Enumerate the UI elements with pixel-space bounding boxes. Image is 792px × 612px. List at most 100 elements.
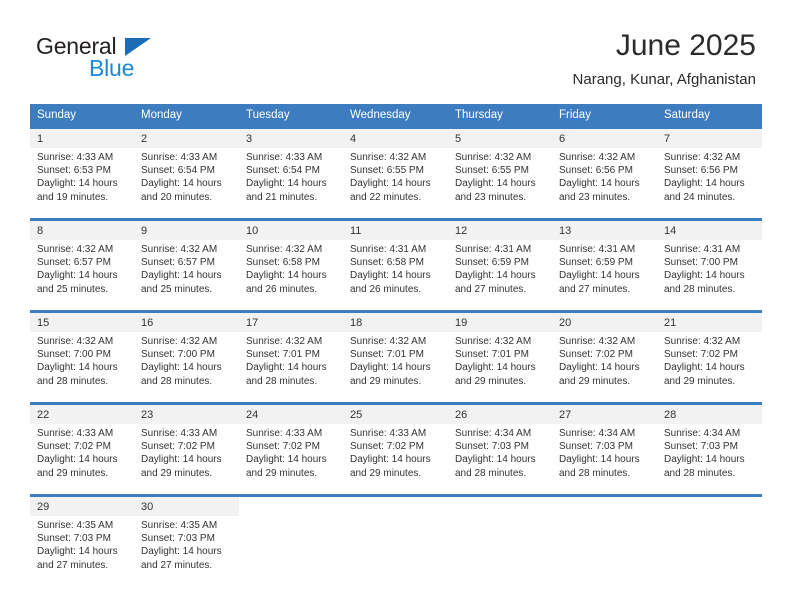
day-daylight1-text: Daylight: 14 hours xyxy=(350,178,431,190)
day-number-cell[interactable]: 30 xyxy=(134,497,239,516)
day-number-cell[interactable]: 2 xyxy=(134,129,239,148)
day-number-cell[interactable]: 7 xyxy=(657,129,762,148)
day-number-cell[interactable]: 21 xyxy=(657,313,762,332)
day-info-cell: Sunrise: 4:32 AM Sunset: 6:55 PM Daylight:… xyxy=(343,148,448,218)
day-number-cell[interactable]: 9 xyxy=(134,221,239,240)
day-number-cell[interactable]: 26 xyxy=(448,405,552,424)
day-number-cell[interactable]: 12 xyxy=(448,221,552,240)
day-info-cell: Sunrise: 4:32 AM Sunset: 6:55 PM Daylight:… xyxy=(448,148,552,218)
day-sunset-text: Sunset: 6:56 PM xyxy=(559,165,633,177)
day-daylight1-text: Daylight: 14 hours xyxy=(246,362,327,374)
generalblue-logo[interactable]: General Blue xyxy=(36,33,236,89)
day-daylight2-text: and 28 minutes. xyxy=(559,467,631,479)
day-number-cell[interactable]: 17 xyxy=(239,313,343,332)
day-daylight1-text: Daylight: 14 hours xyxy=(37,546,118,558)
day-daylight2-text: and 26 minutes. xyxy=(350,283,422,295)
day-info-cell: Sunrise: 4:34 AM Sunset: 7:03 PM Daylight:… xyxy=(448,424,552,494)
day-sunrise-text: Sunrise: 4:33 AM xyxy=(246,152,323,163)
day-number-cell[interactable]: 8 xyxy=(30,221,134,240)
day-info-cell: Sunrise: 4:31 AM Sunset: 7:00 PM Daylight:… xyxy=(657,240,762,310)
day-daylight2-text: and 25 minutes. xyxy=(37,283,109,295)
day-number-cell[interactable]: 3 xyxy=(239,129,343,148)
day-cell-empty xyxy=(448,497,552,516)
day-number-cell[interactable]: 18 xyxy=(343,313,448,332)
day-daylight1-text: Daylight: 14 hours xyxy=(455,178,536,190)
day-sunrise-text: Sunrise: 4:32 AM xyxy=(455,152,532,163)
day-sunrise-text: Sunrise: 4:32 AM xyxy=(246,244,323,255)
day-sunset-text: Sunset: 7:01 PM xyxy=(455,349,529,361)
day-number-cell[interactable]: 5 xyxy=(448,129,552,148)
day-daylight1-text: Daylight: 14 hours xyxy=(350,454,431,466)
day-sunrise-text: Sunrise: 4:34 AM xyxy=(559,428,636,439)
day-sunset-text: Sunset: 7:03 PM xyxy=(455,441,529,453)
day-number-cell[interactable]: 27 xyxy=(552,405,657,424)
day-sunrise-text: Sunrise: 4:32 AM xyxy=(141,336,218,347)
day-sunset-text: Sunset: 7:02 PM xyxy=(141,441,215,453)
day-daylight1-text: Daylight: 14 hours xyxy=(559,362,640,374)
day-daylight1-text: Daylight: 14 hours xyxy=(246,270,327,282)
triangle-icon xyxy=(125,38,151,56)
day-sunrise-text: Sunrise: 4:32 AM xyxy=(141,244,218,255)
weekday-header-sunday: Sunday xyxy=(30,104,134,126)
day-sunrise-text: Sunrise: 4:31 AM xyxy=(559,244,636,255)
day-daylight1-text: Daylight: 14 hours xyxy=(141,362,222,374)
day-number-cell[interactable]: 16 xyxy=(134,313,239,332)
day-number-cell[interactable]: 20 xyxy=(552,313,657,332)
day-daylight2-text: and 29 minutes. xyxy=(455,375,527,387)
day-sunset-text: Sunset: 7:01 PM xyxy=(350,349,424,361)
day-sunrise-text: Sunrise: 4:33 AM xyxy=(141,152,218,163)
day-number-cell[interactable]: 24 xyxy=(239,405,343,424)
day-info-cell: Sunrise: 4:35 AM Sunset: 7:03 PM Daylight:… xyxy=(134,516,239,586)
sunrise-sunset-calendar: Sunday Monday Tuesday Wednesday Thursday… xyxy=(30,104,762,586)
day-daylight1-text: Daylight: 14 hours xyxy=(664,362,745,374)
day-number-cell[interactable]: 10 xyxy=(239,221,343,240)
day-info-cell: Sunrise: 4:33 AM Sunset: 7:02 PM Daylight:… xyxy=(239,424,343,494)
day-sunset-text: Sunset: 7:00 PM xyxy=(37,349,111,361)
day-number-cell[interactable]: 28 xyxy=(657,405,762,424)
day-daylight2-text: and 20 minutes. xyxy=(141,191,213,203)
day-info-cell: Sunrise: 4:32 AM Sunset: 7:00 PM Daylight:… xyxy=(134,332,239,402)
day-cell-empty xyxy=(552,497,657,516)
day-daylight2-text: and 29 minutes. xyxy=(37,467,109,479)
day-sunrise-text: Sunrise: 4:33 AM xyxy=(37,152,114,163)
day-daylight1-text: Daylight: 14 hours xyxy=(664,270,745,282)
day-sunrise-text: Sunrise: 4:32 AM xyxy=(664,152,741,163)
day-number-cell[interactable]: 29 xyxy=(30,497,134,516)
day-number-cell[interactable]: 1 xyxy=(30,129,134,148)
day-daylight2-text: and 29 minutes. xyxy=(350,467,422,479)
day-number-cell[interactable]: 15 xyxy=(30,313,134,332)
logo-text-blue: Blue xyxy=(89,55,135,81)
day-daylight2-text: and 29 minutes. xyxy=(141,467,213,479)
day-info-cell: Sunrise: 4:33 AM Sunset: 6:54 PM Daylight:… xyxy=(134,148,239,218)
day-number-cell[interactable]: 6 xyxy=(552,129,657,148)
day-daylight2-text: and 28 minutes. xyxy=(664,283,736,295)
day-sunset-text: Sunset: 6:58 PM xyxy=(350,257,424,269)
day-cell-empty xyxy=(657,516,762,586)
day-sunset-text: Sunset: 7:00 PM xyxy=(141,349,215,361)
day-info-cell: Sunrise: 4:32 AM Sunset: 6:56 PM Daylight:… xyxy=(552,148,657,218)
day-number-cell[interactable]: 11 xyxy=(343,221,448,240)
day-number-cell[interactable]: 14 xyxy=(657,221,762,240)
day-number-cell[interactable]: 13 xyxy=(552,221,657,240)
day-daylight2-text: and 28 minutes. xyxy=(37,375,109,387)
day-number-cell[interactable]: 4 xyxy=(343,129,448,148)
day-sunrise-text: Sunrise: 4:31 AM xyxy=(664,244,741,255)
day-daylight2-text: and 27 minutes. xyxy=(455,283,527,295)
day-sunset-text: Sunset: 7:00 PM xyxy=(664,257,738,269)
day-number-cell[interactable]: 22 xyxy=(30,405,134,424)
day-info-cell: Sunrise: 4:33 AM Sunset: 7:02 PM Daylight:… xyxy=(343,424,448,494)
day-number-cell[interactable]: 25 xyxy=(343,405,448,424)
day-sunset-text: Sunset: 6:59 PM xyxy=(559,257,633,269)
day-daylight2-text: and 23 minutes. xyxy=(455,191,527,203)
day-daylight2-text: and 27 minutes. xyxy=(559,283,631,295)
day-sunrise-text: Sunrise: 4:35 AM xyxy=(37,520,114,531)
day-daylight1-text: Daylight: 14 hours xyxy=(141,270,222,282)
day-sunset-text: Sunset: 6:57 PM xyxy=(37,257,111,269)
day-number-cell[interactable]: 19 xyxy=(448,313,552,332)
day-number-cell[interactable]: 23 xyxy=(134,405,239,424)
day-sunset-text: Sunset: 6:55 PM xyxy=(455,165,529,177)
day-info-cell: Sunrise: 4:33 AM Sunset: 6:53 PM Daylight:… xyxy=(30,148,134,218)
day-sunset-text: Sunset: 7:03 PM xyxy=(559,441,633,453)
day-sunrise-text: Sunrise: 4:32 AM xyxy=(37,336,114,347)
day-daylight2-text: and 29 minutes. xyxy=(350,375,422,387)
